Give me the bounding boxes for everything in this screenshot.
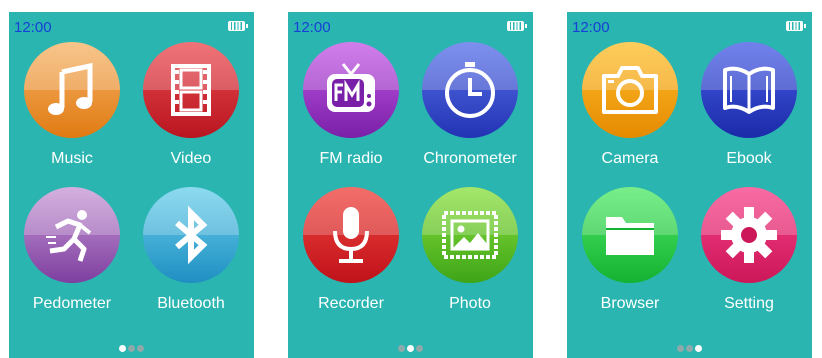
stopwatch-icon [445, 62, 495, 118]
app-video[interactable]: Video [136, 42, 246, 182]
chronometer-circle [422, 42, 518, 138]
camera-circle [582, 42, 678, 138]
music-circle [24, 42, 120, 138]
app-ebook[interactable]: Ebook [694, 42, 804, 182]
app-label: Video [170, 150, 212, 167]
gear-icon [721, 207, 777, 263]
app-fm-radio[interactable]: FM radio [296, 42, 406, 182]
setting-circle [701, 187, 797, 283]
open-book-icon [723, 66, 775, 114]
app-browser[interactable]: Browser [575, 187, 685, 327]
page-indicator [288, 345, 533, 355]
folder-icon [606, 217, 654, 255]
page-dot-1 [119, 345, 126, 352]
fm-radio-tv-icon [327, 63, 375, 112]
app-setting[interactable]: Setting [694, 187, 804, 327]
page-dot-3 [137, 345, 144, 352]
fm-radio-circle [303, 42, 399, 138]
app-camera[interactable]: Camera [575, 42, 685, 182]
page-indicator [9, 345, 254, 355]
page-dot-3 [695, 345, 702, 352]
app-photo[interactable]: Photo [415, 187, 525, 327]
runner-icon [46, 210, 92, 262]
app-label: Photo [449, 295, 491, 312]
page-dot-1 [677, 345, 684, 352]
camera-icon [602, 66, 658, 114]
page-dot-2 [407, 345, 414, 352]
app-recorder[interactable]: Recorder [296, 187, 406, 327]
app-pedometer[interactable]: Pedometer [17, 187, 127, 327]
status-bar: 12:00 [9, 12, 254, 42]
microphone-icon [333, 207, 369, 263]
clock: 12:00 [293, 19, 331, 36]
music-note-icon [48, 62, 93, 115]
battery-icon [786, 21, 806, 31]
browser-circle [582, 187, 678, 283]
photo-circle [422, 187, 518, 283]
app-label: Ebook [726, 150, 772, 167]
app-label: Setting [724, 295, 774, 312]
clock: 12:00 [572, 19, 610, 36]
video-circle [143, 42, 239, 138]
clock: 12:00 [14, 19, 52, 36]
ebook-circle [701, 42, 797, 138]
battery-icon [228, 21, 248, 31]
bluetooth-icon [175, 205, 208, 265]
page-indicator [567, 345, 812, 355]
home-screen-page-2: 12:00 FM radio Chronometer Recorder Phot… [288, 12, 533, 358]
app-label: Bluetooth [157, 295, 225, 312]
picture-frame-icon [442, 211, 498, 259]
page-dot-2 [128, 345, 135, 352]
pedometer-circle [24, 187, 120, 283]
status-bar: 12:00 [567, 12, 812, 42]
page-dot-1 [398, 345, 405, 352]
app-label: Chronometer [423, 150, 517, 167]
bluetooth-circle [143, 187, 239, 283]
recorder-circle [303, 187, 399, 283]
status-bar: 12:00 [288, 12, 533, 42]
app-chronometer[interactable]: Chronometer [415, 42, 525, 182]
film-strip-icon [171, 64, 211, 116]
battery-icon [507, 21, 527, 31]
page-dot-2 [686, 345, 693, 352]
page-dot-3 [416, 345, 423, 352]
home-screen-page-1: 12:00 Music Video Pedometer Bluetooth [9, 12, 254, 358]
app-bluetooth[interactable]: Bluetooth [136, 187, 246, 327]
app-music[interactable]: Music [17, 42, 127, 182]
home-screen-page-3: 12:00 Camera Ebook Browser Setting [567, 12, 812, 358]
